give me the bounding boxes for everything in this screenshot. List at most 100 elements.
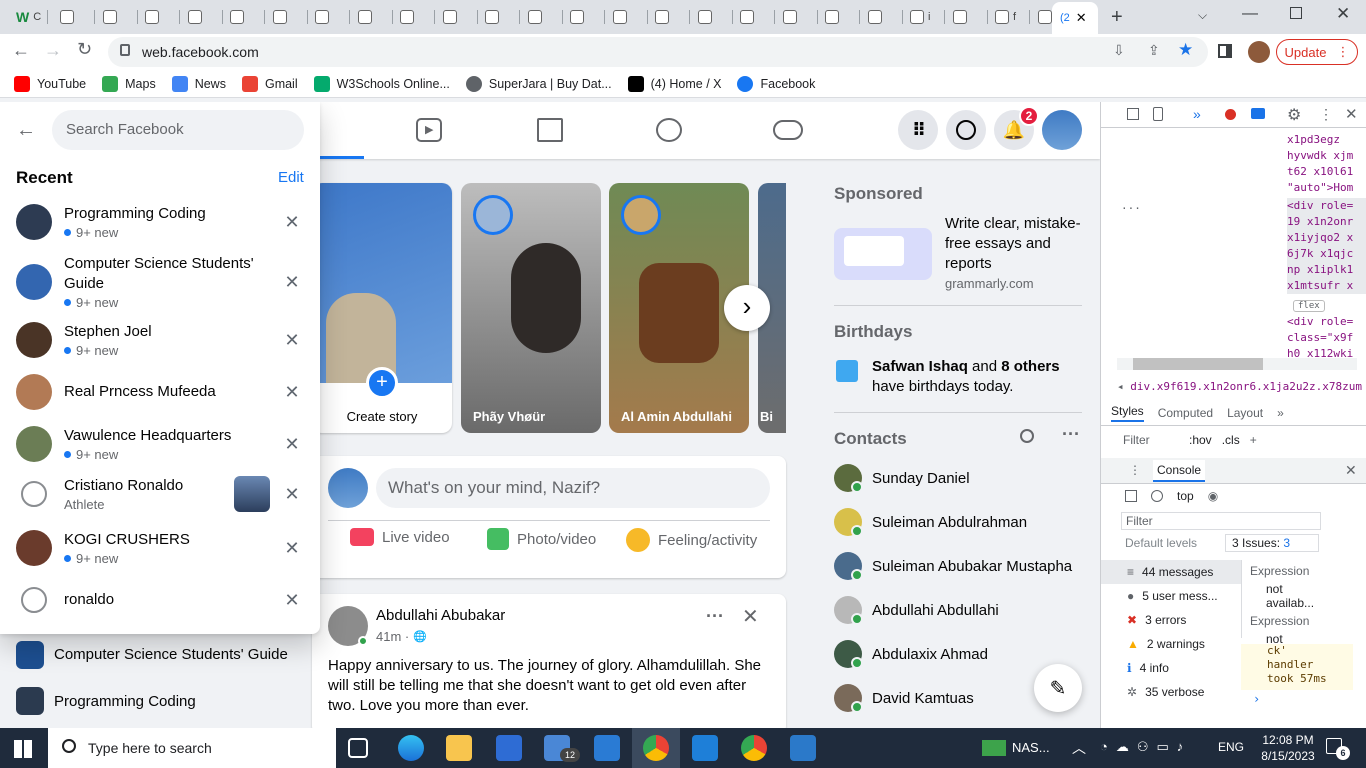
windows-start-icon[interactable] xyxy=(14,740,32,758)
expression-label[interactable]: Expression xyxy=(1242,560,1353,582)
console-message-filter[interactable]: ● 5 user mess... xyxy=(1101,584,1241,608)
browser-tab[interactable] xyxy=(350,6,393,28)
eye-icon[interactable]: ◉ xyxy=(1208,489,1218,503)
groups-icon[interactable] xyxy=(656,118,682,142)
bookmark-item[interactable]: (4) Home / X xyxy=(627,75,721,92)
store-icon[interactable] xyxy=(496,735,522,761)
next-stories-button[interactable]: › xyxy=(724,285,770,331)
dom-code-line[interactable]: 6j7k x1qjc xyxy=(1287,246,1366,262)
sidebar-toggle-icon[interactable] xyxy=(1125,490,1137,502)
browser-tab[interactable] xyxy=(95,6,138,28)
horizontal-scrollbar[interactable] xyxy=(1117,358,1357,370)
back-arrow-icon[interactable]: ← xyxy=(16,119,36,142)
console-message-filter[interactable]: ✲ 35 verbose xyxy=(1101,680,1241,704)
browser-tab[interactable] xyxy=(137,6,180,28)
dom-code-line[interactable]: "auto">Hom xyxy=(1287,180,1366,196)
contact-item[interactable]: Suleiman Abubakar Mustapha xyxy=(834,546,1072,586)
messenger-button[interactable] xyxy=(946,110,986,150)
search-input[interactable]: Search Facebook xyxy=(52,110,304,150)
browser-tab[interactable] xyxy=(945,6,988,28)
clear-console-icon[interactable] xyxy=(1151,490,1163,502)
feeling-button[interactable]: Feeling/activity xyxy=(626,528,757,552)
recent-search-item[interactable]: Computer Science Students' Guide 9+ new ✕ xyxy=(8,250,308,314)
close-icon[interactable]: ✕ xyxy=(1076,10,1087,26)
install-icon[interactable]: ⇩ xyxy=(1113,42,1125,59)
edge-icon[interactable] xyxy=(398,735,424,761)
close-drawer-icon[interactable]: ✕ xyxy=(1345,462,1357,479)
bookmark-item[interactable]: Maps xyxy=(102,75,156,92)
story-card[interactable]: Phãy Vhøür xyxy=(461,183,601,433)
remove-recent-icon[interactable]: ✕ xyxy=(280,382,304,403)
dom-code-line[interactable]: hyvwdk xjm xyxy=(1287,148,1366,164)
vscode-icon[interactable] xyxy=(594,735,620,761)
back-button[interactable]: ← xyxy=(12,40,30,61)
kebab-icon[interactable]: ⋮ xyxy=(1319,106,1333,123)
browser-tab[interactable] xyxy=(605,6,648,28)
account-avatar[interactable] xyxy=(1042,110,1082,150)
context-selector[interactable]: top xyxy=(1177,489,1194,503)
browser-tab[interactable] xyxy=(435,6,478,28)
browser-tab[interactable]: i xyxy=(902,6,945,28)
post-time[interactable]: 41m · 🌐 xyxy=(376,629,427,644)
recent-search-item[interactable]: Programming Coding 9+ new ✕ xyxy=(8,198,308,246)
bookmark-item[interactable]: SuperJara | Buy Dat... xyxy=(465,75,612,92)
tab-search-icon[interactable]: ⌵ xyxy=(1198,8,1207,23)
console-message-filter[interactable]: ℹ 4 info xyxy=(1101,656,1241,680)
drawer-menu-icon[interactable]: ⋮ xyxy=(1129,463,1141,477)
close-window-button[interactable]: ✕ xyxy=(1336,4,1350,24)
dom-code-line[interactable]: t62 x10l61 xyxy=(1287,164,1366,180)
log-levels-dropdown[interactable]: Default levels xyxy=(1125,536,1197,550)
new-message-button[interactable]: ✎ xyxy=(1034,664,1082,712)
styles-tab[interactable]: Styles xyxy=(1111,404,1144,422)
hov-toggle[interactable]: :hov xyxy=(1189,433,1212,447)
bookmark-item[interactable]: Gmail xyxy=(241,75,298,92)
create-story-card[interactable]: + Create story xyxy=(312,183,452,433)
messages-icon[interactable] xyxy=(1251,108,1265,119)
more-tabs-icon[interactable]: » xyxy=(1193,106,1201,122)
photos-icon[interactable] xyxy=(692,735,718,761)
recent-search-item[interactable]: Stephen Joel 9+ new ✕ xyxy=(8,316,308,364)
remove-recent-icon[interactable]: ✕ xyxy=(280,330,304,351)
browser-tab[interactable] xyxy=(562,6,605,28)
remove-recent-icon[interactable]: ✕ xyxy=(280,484,304,505)
forward-button[interactable]: → xyxy=(44,40,62,61)
browser-tab[interactable] xyxy=(732,6,775,28)
file-explorer-icon[interactable] xyxy=(446,735,472,761)
chevron-up-icon[interactable]: ︿ xyxy=(1072,738,1086,758)
styles-filter-input[interactable]: Filter xyxy=(1123,433,1179,447)
language-indicator[interactable]: ENG xyxy=(1218,740,1244,754)
browser-tab[interactable] xyxy=(647,6,690,28)
error-icon[interactable] xyxy=(1225,109,1236,120)
console-filter-input[interactable]: Filter xyxy=(1121,512,1321,530)
layout-tab[interactable]: Layout xyxy=(1227,406,1263,420)
left-nav-item[interactable]: Computer Science Students' Guide xyxy=(16,632,306,678)
tray-app-label[interactable]: NAS... xyxy=(1012,740,1050,755)
update-button[interactable]: Update ⋮ xyxy=(1276,39,1358,65)
console-prompt[interactable]: › xyxy=(1253,692,1260,706)
photo-video-button[interactable]: Photo/video xyxy=(487,528,596,550)
dom-code-line[interactable]: x1mtsufr x xyxy=(1287,278,1366,294)
dom-code-line[interactable]: np x1iplk1 xyxy=(1287,262,1366,278)
browser-tab[interactable] xyxy=(520,6,563,28)
contact-item[interactable]: Abdulaxix Ahmad xyxy=(834,634,988,674)
edit-recent-link[interactable]: Edit xyxy=(278,169,304,186)
bookmark-item[interactable]: YouTube xyxy=(14,75,86,92)
console-message-filter[interactable]: ✖ 3 errors xyxy=(1101,608,1241,632)
live-video-button[interactable]: Live video xyxy=(350,528,450,546)
search-contacts-icon[interactable] xyxy=(1020,429,1034,443)
remove-recent-icon[interactable]: ✕ xyxy=(280,434,304,455)
browser-tab[interactable]: f xyxy=(987,6,1030,28)
recent-search-item[interactable]: KOGI CRUSHERS 9+ new ✕ xyxy=(8,524,308,572)
birthday-text[interactable]: Safwan Ishaq and 8 others have birthdays… xyxy=(872,357,1082,397)
sponsored-ad[interactable]: Write clear, mistake-free essays and rep… xyxy=(834,214,1084,294)
device-icon[interactable] xyxy=(1153,107,1163,121)
console-tab[interactable]: Console xyxy=(1153,460,1206,482)
side-panel-icon[interactable] xyxy=(1218,44,1232,58)
remove-recent-icon[interactable]: ✕ xyxy=(280,538,304,559)
minimize-button[interactable]: — xyxy=(1242,5,1258,23)
menu-button[interactable]: ⠿ xyxy=(898,110,938,150)
dom-code-line[interactable]: <div role= xyxy=(1287,198,1366,214)
restore-button[interactable] xyxy=(1290,7,1302,19)
settings-icon[interactable]: ⚙ xyxy=(1287,105,1301,125)
flex-badge[interactable]: flex xyxy=(1293,300,1325,312)
